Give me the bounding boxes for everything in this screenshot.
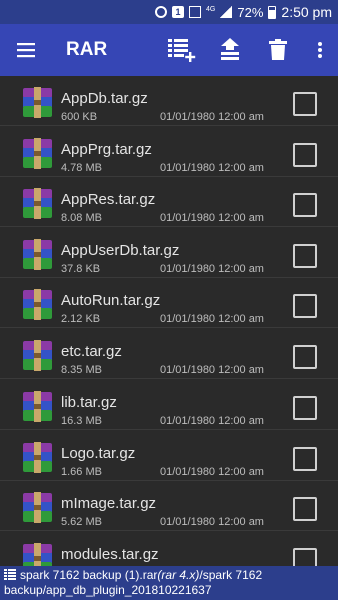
app-bar: RAR	[0, 24, 338, 76]
file-name: mImage.tar.gz	[61, 495, 157, 512]
file-name: AppUserDb.tar.gz	[61, 242, 180, 259]
battery-percent: 72%	[237, 4, 264, 20]
file-name: lib.tar.gz	[61, 394, 117, 411]
file-name: AutoRun.tar.gz	[61, 292, 161, 309]
file-date: 01/01/1980 12:00 am	[160, 162, 264, 174]
file-name: Logo.tar.gz	[61, 445, 136, 462]
rar-archive-icon	[23, 492, 52, 523]
status-bar: 1 4G 72% 2:50 pm	[0, 0, 338, 24]
list-item[interactable]: Logo.tar.gz 1.66 MB 01/01/1980 12:00 am	[0, 431, 338, 481]
file-size: 600 KB	[61, 111, 98, 123]
rar-archive-icon	[23, 340, 52, 371]
select-all-icon	[168, 39, 196, 62]
file-size: 37.8 KB	[61, 263, 101, 275]
file-size: 16.3 MB	[61, 415, 102, 427]
rar-archive-icon	[23, 391, 52, 422]
app-title: RAR	[66, 39, 108, 60]
file-date: 01/01/1980 12:00 am	[160, 415, 264, 427]
file-name: etc.tar.gz	[61, 343, 122, 360]
select-checkbox[interactable]	[293, 497, 317, 521]
list-item[interactable]: mImage.tar.gz 5.62 MB 01/01/1980 12:00 a…	[0, 481, 338, 531]
rar-archive-icon	[23, 289, 52, 320]
rar-archive-icon	[23, 188, 52, 219]
rar-archive-icon	[23, 138, 52, 169]
file-date: 01/01/1980 12:00 am	[160, 212, 264, 224]
file-date: 01/01/1980 12:00 am	[160, 313, 264, 325]
select-checkbox[interactable]	[293, 548, 317, 566]
select-checkbox[interactable]	[293, 244, 317, 268]
list-item[interactable]: AutoRun.tar.gz 2.12 KB 01/01/1980 12:00 …	[0, 278, 338, 328]
list-item[interactable]: modules.tar.gz	[0, 532, 338, 566]
file-name: modules.tar.gz	[61, 546, 159, 563]
select-all-button[interactable]	[158, 24, 206, 76]
list-item[interactable]: AppUserDb.tar.gz 37.8 KB 01/01/1980 12:0…	[0, 228, 338, 278]
file-date: 01/01/1980 12:00 am	[160, 466, 264, 478]
select-checkbox[interactable]	[293, 143, 317, 167]
file-list: AppDb.tar.gz 600 KB 01/01/1980 12:00 am …	[0, 76, 338, 566]
list-item[interactable]: etc.tar.gz 8.35 MB 01/01/1980 12:00 am	[0, 329, 338, 379]
list-item[interactable]: lib.tar.gz 16.3 MB 01/01/1980 12:00 am	[0, 380, 338, 430]
file-name: AppDb.tar.gz	[61, 90, 148, 107]
path-bar: spark 7162 backup (1).rar(rar 4.x)/spark…	[0, 566, 338, 600]
rar-archive-icon	[23, 442, 52, 473]
rar-archive-icon	[23, 87, 52, 118]
file-size: 4.78 MB	[61, 162, 102, 174]
archive-path-icon	[4, 569, 16, 580]
extract-button[interactable]	[206, 24, 254, 76]
file-size: 8.35 MB	[61, 364, 102, 376]
hamburger-icon	[17, 43, 35, 58]
select-checkbox[interactable]	[293, 294, 317, 318]
file-date: 01/01/1980 12:00 am	[160, 364, 264, 376]
list-item[interactable]: AppDb.tar.gz 600 KB 01/01/1980 12:00 am	[0, 76, 338, 126]
signal-icon	[220, 6, 233, 18]
file-date: 01/01/1980 12:00 am	[160, 263, 264, 275]
file-name: AppPrg.tar.gz	[61, 141, 152, 158]
file-size: 5.62 MB	[61, 516, 102, 528]
signal-box-icon	[189, 6, 202, 18]
file-size: 1.66 MB	[61, 466, 102, 478]
select-checkbox[interactable]	[293, 345, 317, 369]
select-checkbox[interactable]	[293, 447, 317, 471]
battery-icon	[268, 5, 277, 19]
sim-icon: 1	[172, 6, 185, 18]
more-vert-icon	[318, 42, 322, 58]
archive-name: spark 7162 backup (1).rar	[20, 568, 158, 582]
extract-icon	[221, 38, 239, 60]
network-type: 4G	[206, 6, 216, 13]
more-options-button[interactable]	[302, 24, 338, 76]
delete-icon	[269, 39, 287, 60]
delete-button[interactable]	[254, 24, 302, 76]
alarm-icon	[155, 6, 168, 18]
file-name: AppRes.tar.gz	[61, 191, 156, 208]
list-item[interactable]: AppRes.tar.gz 8.08 MB 01/01/1980 12:00 a…	[0, 177, 338, 227]
rar-archive-icon	[23, 239, 52, 270]
select-checkbox[interactable]	[293, 193, 317, 217]
select-checkbox[interactable]	[293, 92, 317, 116]
archive-version: (rar 4.x)	[157, 568, 200, 582]
menu-button[interactable]	[0, 24, 52, 76]
file-date: 01/01/1980 12:00 am	[160, 516, 264, 528]
rar-archive-icon	[23, 543, 52, 566]
file-size: 8.08 MB	[61, 212, 102, 224]
clock: 2:50 pm	[281, 4, 332, 20]
select-checkbox[interactable]	[293, 396, 317, 420]
file-size: 2.12 KB	[61, 313, 101, 325]
file-date: 01/01/1980 12:00 am	[160, 111, 264, 123]
list-item[interactable]: AppPrg.tar.gz 4.78 MB 01/01/1980 12:00 a…	[0, 127, 338, 177]
